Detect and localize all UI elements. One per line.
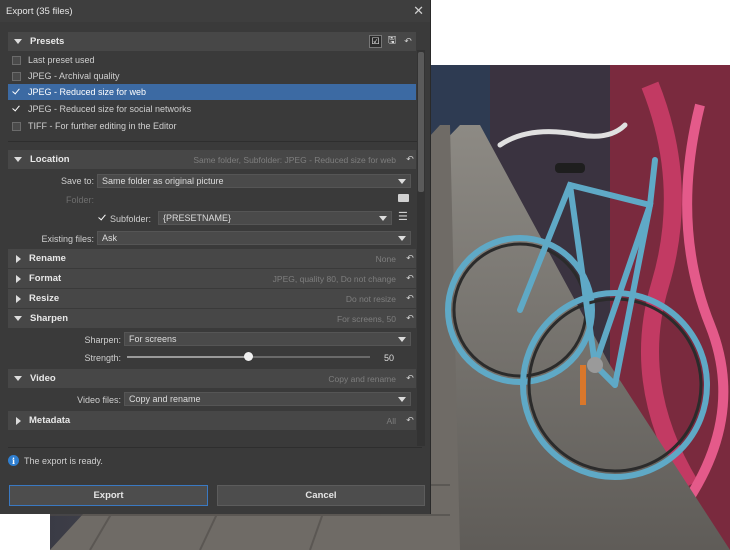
existing-files-select[interactable]: Ask — [97, 231, 411, 245]
format-summary: JPEG, quality 80, Do not change — [272, 273, 396, 284]
save-to-value: Same folder as original picture — [102, 176, 224, 186]
collapse-triangle-icon[interactable] — [14, 157, 22, 162]
scrollbar-thumb[interactable] — [418, 52, 424, 192]
title-bar: Export (35 files) ✕ — [0, 0, 430, 22]
rename-title: Rename — [29, 253, 66, 264]
reset-rename-icon[interactable]: ↶ — [404, 253, 416, 265]
resize-summary: Do not resize — [345, 293, 396, 304]
strength-value: 50 — [384, 353, 395, 363]
select-presets-icon[interactable]: ☑ — [369, 35, 382, 48]
chevron-down-icon — [398, 397, 406, 402]
strength-slider-track[interactable] — [127, 352, 370, 361]
sharpen-title: Sharpen — [30, 313, 69, 324]
divider — [8, 447, 422, 448]
chevron-down-icon — [398, 179, 406, 184]
video-title: Video — [30, 373, 56, 384]
resize-section-header[interactable]: Resize Do not resize ↶ — [8, 289, 416, 308]
reset-format-icon[interactable]: ↶ — [404, 273, 416, 285]
collapse-triangle-icon[interactable] — [14, 39, 22, 44]
strength-slider-fill — [127, 356, 249, 358]
chevron-down-icon — [398, 236, 406, 241]
reset-presets-icon[interactable]: ↶ — [402, 36, 414, 48]
preset-checkbox-checked[interactable] — [12, 88, 21, 97]
preset-checkbox[interactable] — [12, 121, 21, 131]
expand-triangle-icon[interactable] — [16, 294, 21, 303]
scrollbar[interactable] — [417, 50, 425, 446]
save-to-label: Save to: — [60, 176, 94, 186]
location-section-header[interactable]: Location Same folder, Subfolder: JPEG - … — [8, 150, 416, 169]
location-title: Location — [30, 154, 70, 165]
save-preset-icon[interactable]: 🖫 — [386, 35, 398, 48]
preset-item[interactable]: Last preset used — [8, 52, 416, 68]
presets-title: Presets — [30, 36, 65, 47]
chevron-down-icon — [379, 216, 387, 221]
preset-label: JPEG - Archival quality — [28, 71, 120, 81]
expand-triangle-icon[interactable] — [16, 254, 21, 263]
metadata-summary: All — [386, 415, 396, 426]
preset-checkbox[interactable] — [12, 55, 21, 65]
existing-files-value: Ask — [102, 233, 118, 243]
format-section-header[interactable]: Format JPEG, quality 80, Do not change ↶ — [8, 269, 416, 288]
close-icon[interactable]: ✕ — [413, 3, 424, 19]
preset-label: JPEG - Reduced size for web — [28, 87, 147, 97]
reset-video-icon[interactable]: ↶ — [404, 373, 416, 385]
subfolder-value: {PRESETNAME} — [163, 213, 232, 223]
video-files-label: Video files: — [77, 395, 121, 405]
resize-title: Resize — [29, 293, 60, 304]
preset-checkbox[interactable] — [12, 71, 21, 81]
reset-sharpen-icon[interactable]: ↶ — [404, 313, 416, 325]
preset-item[interactable]: JPEG - Reduced size for social networks — [8, 101, 416, 117]
rename-section-header[interactable]: Rename None ↶ — [8, 249, 416, 268]
video-section-header[interactable]: Video Copy and rename ↶ — [8, 369, 416, 388]
reset-metadata-icon[interactable]: ↶ — [404, 415, 416, 427]
preset-item[interactable]: JPEG - Archival quality — [8, 68, 416, 84]
metadata-title: Metadata — [29, 415, 71, 426]
status-text: The export is ready. — [24, 455, 103, 466]
info-icon: i — [8, 455, 19, 466]
reset-location-icon[interactable]: ↶ — [404, 154, 416, 166]
export-button[interactable]: Export — [9, 485, 208, 506]
subfolder-select[interactable]: {PRESETNAME} — [158, 211, 392, 225]
collapse-triangle-icon[interactable] — [14, 376, 22, 381]
video-summary: Copy and rename — [328, 373, 396, 384]
preset-item-selected[interactable]: JPEG - Reduced size for web — [8, 84, 416, 100]
folder-label: Folder: — [65, 195, 94, 205]
folder-browse-icon[interactable] — [398, 194, 409, 202]
reset-resize-icon[interactable]: ↶ — [404, 293, 416, 305]
sharpen-select[interactable]: For screens — [124, 332, 411, 346]
preset-label: Last preset used — [28, 55, 95, 65]
export-dialog: Export (35 files) ✕ Presets ☑ 🖫 ↶ Last p… — [0, 0, 431, 514]
rename-summary: None — [375, 253, 396, 264]
expand-triangle-icon[interactable] — [16, 274, 21, 283]
video-files-value: Copy and rename — [129, 394, 201, 404]
location-summary: Same folder, Subfolder: JPEG - Reduced s… — [193, 154, 396, 165]
expand-triangle-icon[interactable] — [16, 416, 21, 425]
presets-section-header[interactable]: Presets ☑ 🖫 ↶ — [8, 32, 416, 51]
sharpen-section-header[interactable]: Sharpen For screens, 50 ↶ — [8, 309, 416, 328]
strength-label: Strength: — [84, 353, 121, 363]
subfolder-label: Subfolder: — [110, 214, 152, 224]
chevron-down-icon — [398, 337, 406, 342]
preset-label: TIFF - For further editing in the Editor — [28, 121, 177, 131]
sharpen-value: For screens — [129, 334, 177, 344]
format-title: Format — [29, 273, 62, 284]
preset-label: JPEG - Reduced size for social networks — [28, 104, 192, 114]
strength-slider-handle[interactable] — [244, 352, 253, 361]
subfolder-checkbox[interactable] — [98, 214, 107, 223]
menu-icon[interactable]: ☰ — [398, 210, 408, 223]
existing-files-label: Existing files: — [41, 234, 94, 244]
save-to-select[interactable]: Same folder as original picture — [97, 174, 411, 188]
collapse-triangle-icon[interactable] — [14, 316, 22, 321]
preset-checkbox-checked[interactable] — [12, 105, 21, 114]
sharpen-label: Sharpen: — [84, 335, 121, 345]
window-title: Export (35 files) — [6, 5, 73, 17]
cancel-button[interactable]: Cancel — [217, 485, 425, 506]
divider — [8, 141, 422, 142]
preset-item[interactable]: TIFF - For further editing in the Editor — [8, 118, 416, 134]
video-files-select[interactable]: Copy and rename — [124, 392, 411, 406]
sharpen-summary: For screens, 50 — [336, 313, 396, 324]
status-bar: i The export is ready. — [8, 455, 103, 466]
metadata-section-header[interactable]: Metadata All ↶ — [8, 411, 416, 430]
